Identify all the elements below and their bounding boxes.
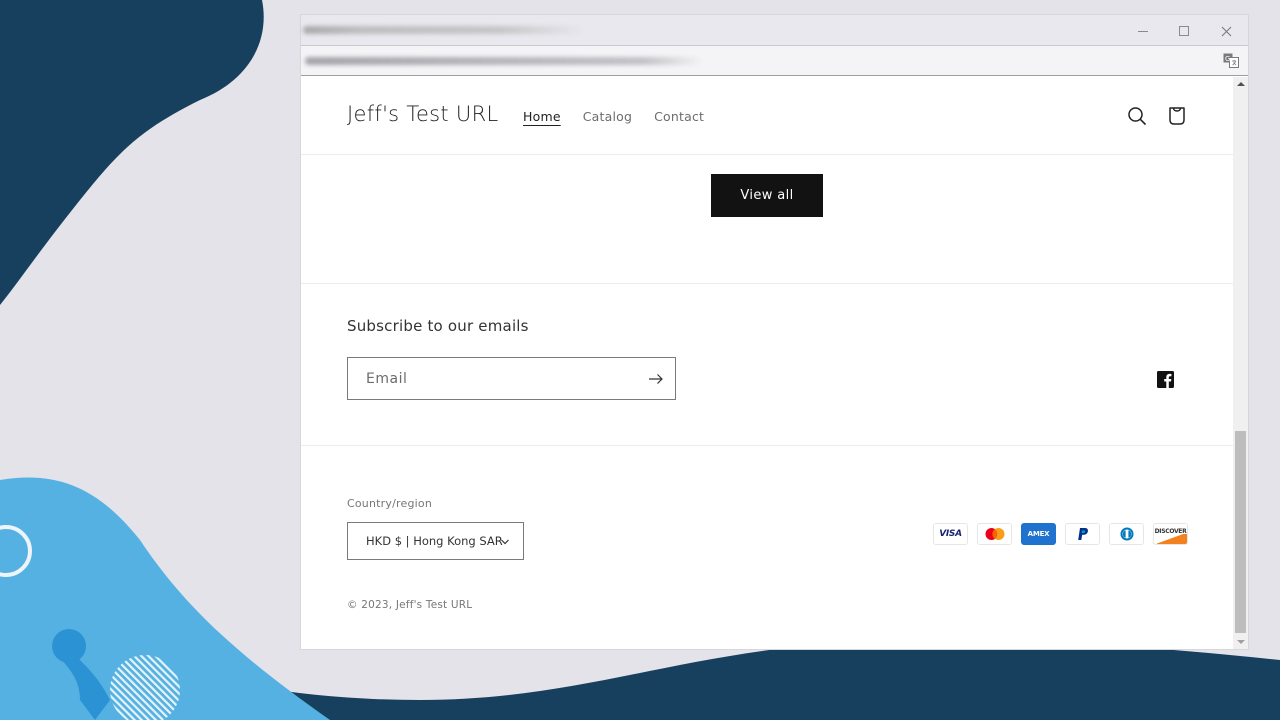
mastercard-icon [977,523,1012,545]
site-header: Jeff's Test URL Home Catalog Contact [301,77,1233,155]
country-label: Country/region [347,497,432,510]
window-titlebar [301,15,1248,46]
cart-icon[interactable] [1166,105,1188,127]
payment-icons: VISA AMEX DISCOVER [933,523,1188,545]
newsletter-heading: Subscribe to our emails [347,317,529,335]
chevron-down-icon [501,539,509,545]
country-select[interactable]: HKD $ | Hong Kong SAR [347,522,524,560]
main-nav: Home Catalog Contact [523,109,704,124]
translate-icon[interactable]: G [1223,53,1239,68]
paypal-icon [1065,523,1100,545]
arrow-up-icon [1236,82,1245,86]
view-all-button[interactable]: View all [711,174,823,217]
nav-catalog[interactable]: Catalog [583,109,632,124]
scroll-up-button[interactable] [1233,77,1248,91]
minimize-button[interactable] [1131,21,1155,41]
navy-wave-top-left [0,0,264,305]
arrow-down-icon [1236,640,1245,644]
maximize-icon [1179,26,1189,36]
country-value: HKD $ | Hong Kong SAR [366,534,503,548]
svg-text:G: G [1225,55,1230,63]
scrollbar-thumb[interactable] [1235,431,1246,633]
search-icon[interactable] [1126,105,1148,127]
amex-icon: AMEX [1021,523,1056,545]
email-input[interactable] [348,358,638,399]
facebook-icon[interactable] [1157,371,1174,388]
email-field[interactable] [347,357,676,400]
site-logo[interactable]: Jeff's Test URL [347,102,498,126]
nav-home[interactable]: Home [523,109,561,124]
scroll-down-button[interactable] [1233,635,1248,649]
minimize-icon [1138,30,1148,32]
url-obscured [305,57,703,65]
nav-contact[interactable]: Contact [654,109,704,124]
arrow-right-icon[interactable] [647,370,665,388]
close-icon [1221,26,1231,36]
vertical-scrollbar[interactable] [1233,77,1248,649]
page-viewport: Jeff's Test URL Home Catalog Contact Vie… [301,77,1233,649]
copyright-text: © 2023, Jeff's Test URL [347,599,473,611]
diners-club-icon [1109,523,1144,545]
discover-icon: DISCOVER [1153,523,1188,545]
close-button[interactable] [1214,21,1238,41]
maximize-button[interactable] [1172,21,1196,41]
window-title-obscured [303,26,585,34]
visa-icon: VISA [933,523,968,545]
browser-window: G Jeff's Test URL Home Catalog Contact V… [301,15,1248,649]
address-bar[interactable]: G [301,46,1248,76]
section-divider [301,283,1233,284]
section-divider [301,445,1233,446]
